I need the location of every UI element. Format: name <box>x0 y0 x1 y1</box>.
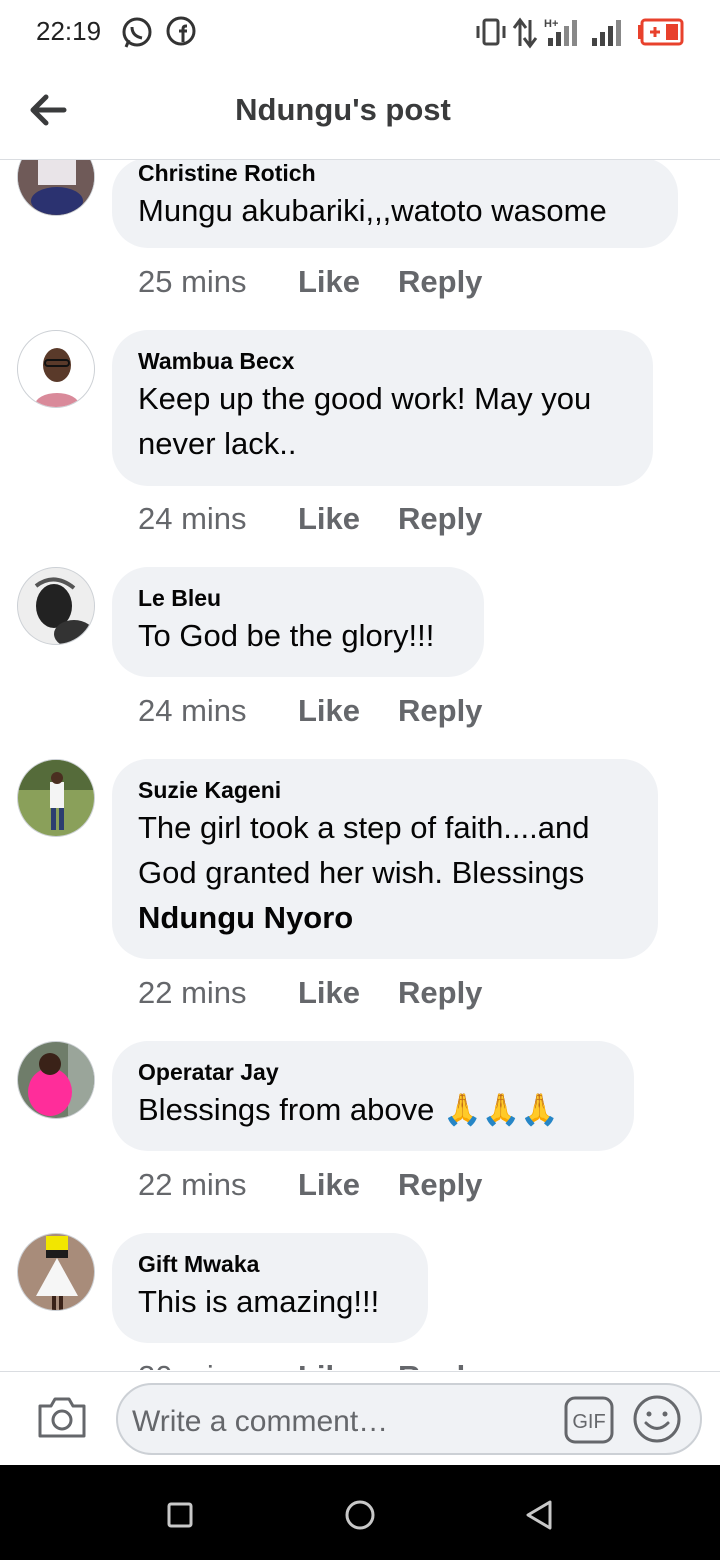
post-header: Ndungu's post <box>0 66 720 160</box>
comment-author[interactable]: Wambua Becx <box>138 346 627 376</box>
like-button[interactable]: Like <box>298 975 360 1011</box>
back-nav-icon[interactable] <box>520 1495 560 1535</box>
comment-input-placeholder: Write a comment… <box>132 1405 389 1438</box>
comment-time[interactable]: 25 mins <box>138 264 247 300</box>
gif-icon[interactable]: GIF <box>564 1396 614 1444</box>
comment-bubble[interactable]: Christine Rotich Mungu akubariki,,,watot… <box>112 160 678 248</box>
avatar[interactable] <box>17 330 95 408</box>
comment-author[interactable]: Operatar Jay <box>138 1057 608 1087</box>
comment-text: Blessings from above 🙏🙏🙏 <box>138 1092 559 1127</box>
comment-text-line: God granted her wish. Blessings <box>138 855 585 890</box>
reply-button[interactable]: Reply <box>398 975 482 1011</box>
comment-time[interactable]: 24 mins <box>138 693 247 729</box>
like-button[interactable]: Like <box>298 264 360 300</box>
comment-text-line: The girl took a step of faith....and <box>138 810 590 845</box>
reply-button[interactable]: Reply <box>398 264 482 300</box>
camera-icon[interactable] <box>36 1392 88 1442</box>
avatar[interactable] <box>17 567 95 645</box>
svg-text:H+: H+ <box>544 18 558 30</box>
avatar[interactable] <box>17 1233 95 1311</box>
comment-time[interactable]: 20 mins <box>138 1359 247 1370</box>
comment-bubble[interactable]: Operatar Jay Blessings from above 🙏🙏🙏 <box>112 1041 634 1151</box>
page-title: Ndungu's post <box>235 92 451 127</box>
comment-time[interactable]: 22 mins <box>138 1167 247 1203</box>
comment-text-line: never lack.. <box>138 426 297 461</box>
comment-composer: Write a comment… GIF <box>0 1371 720 1465</box>
comment-bubble[interactable]: Suzie Kageni The girl took a step of fai… <box>112 759 658 959</box>
vibrate-icon <box>476 18 506 46</box>
reply-button[interactable]: Reply <box>398 501 482 537</box>
mention-link[interactable]: Ndungu Nyoro <box>138 895 632 940</box>
data-transfer-icon <box>512 17 538 49</box>
battery-saver-icon <box>638 18 684 46</box>
comment-author[interactable]: Suzie Kageni <box>138 775 632 805</box>
comment-author[interactable]: Christine Rotich <box>138 160 652 188</box>
signal-icon <box>592 20 621 46</box>
recents-icon[interactable] <box>160 1495 200 1535</box>
comment-bubble[interactable]: Wambua Becx Keep up the good work! May y… <box>112 330 653 486</box>
system-nav-bar <box>0 1465 720 1560</box>
status-bar: 22:19 H+ <box>0 0 720 66</box>
comments-list: Christine Rotich Mungu akubariki,,,watot… <box>0 160 720 1370</box>
status-time: 22:19 <box>36 16 102 46</box>
reply-button[interactable]: Reply <box>398 1359 482 1370</box>
comment-time[interactable]: 22 mins <box>138 975 247 1011</box>
like-button[interactable]: Like <box>298 1167 360 1203</box>
gif-label: GIF <box>572 1411 605 1433</box>
comment-text: Mungu akubariki,,,watoto wasome <box>138 193 607 228</box>
comment-text-line: Keep up the good work! May you <box>138 381 592 416</box>
comment-bubble[interactable]: Gift Mwaka This is amazing!!! <box>112 1233 428 1343</box>
avatar[interactable] <box>17 160 95 216</box>
like-button[interactable]: Like <box>298 501 360 537</box>
avatar[interactable] <box>17 1041 95 1119</box>
comment-input[interactable]: Write a comment… GIF <box>116 1383 702 1455</box>
reply-button[interactable]: Reply <box>398 693 482 729</box>
reply-button[interactable]: Reply <box>398 1167 482 1203</box>
signal-icon: H+ <box>544 18 577 46</box>
facebook-icon <box>166 16 196 46</box>
comment-author[interactable]: Le Bleu <box>138 583 458 613</box>
comment-text: To God be the glory!!! <box>138 618 435 653</box>
comment-text: This is amazing!!! <box>138 1284 380 1319</box>
emoji-icon[interactable] <box>632 1394 682 1444</box>
avatar[interactable] <box>17 759 95 837</box>
comment-time[interactable]: 24 mins <box>138 501 247 537</box>
like-button[interactable]: Like <box>298 1359 360 1370</box>
home-icon[interactable] <box>340 1495 380 1535</box>
comment-bubble[interactable]: Le Bleu To God be the glory!!! <box>112 567 484 677</box>
comment-author[interactable]: Gift Mwaka <box>138 1249 402 1279</box>
like-button[interactable]: Like <box>298 693 360 729</box>
whatsapp-icon <box>122 17 152 48</box>
